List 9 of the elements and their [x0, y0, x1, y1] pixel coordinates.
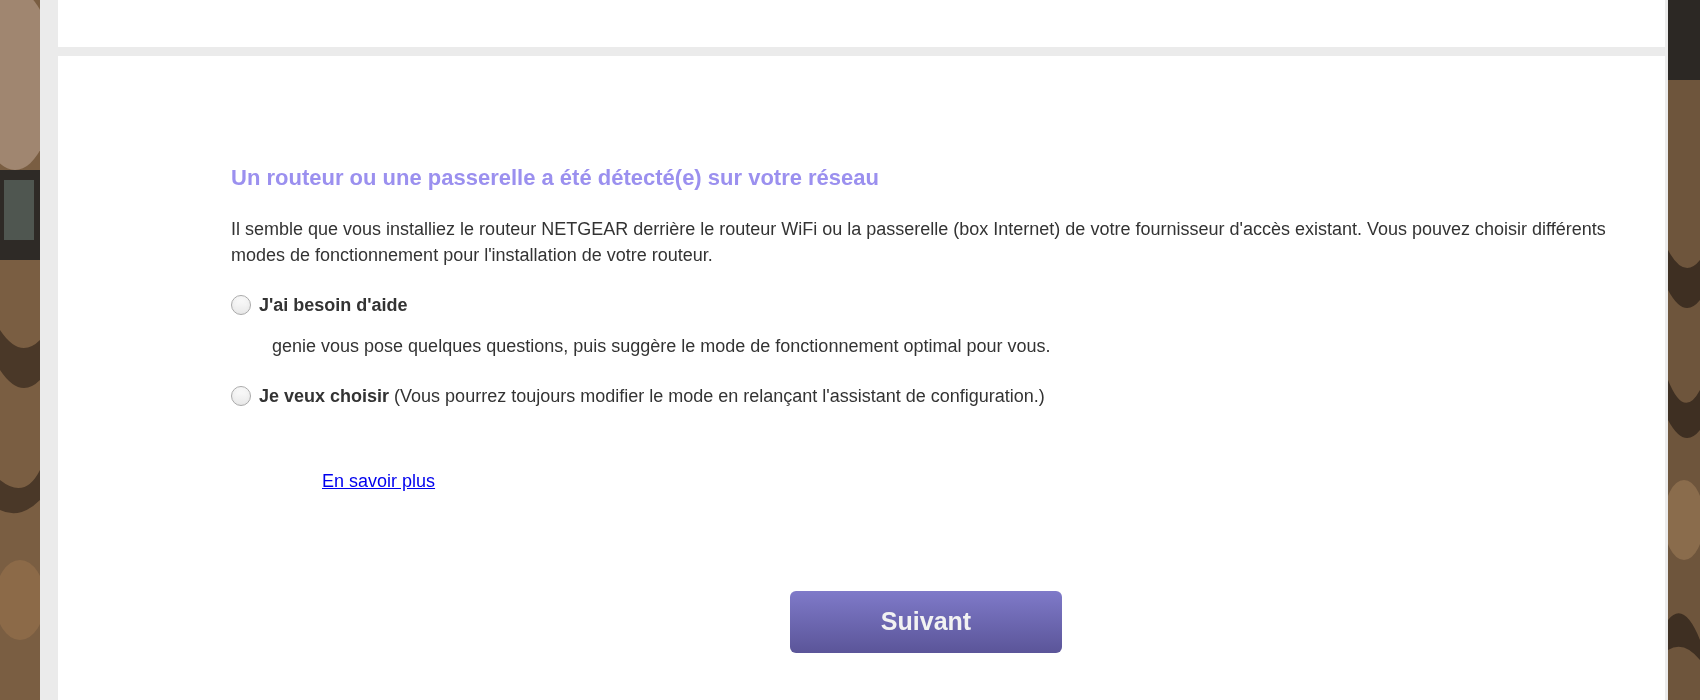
radio-button[interactable]	[231, 295, 251, 315]
option-label[interactable]: Je veux choisir (Vous pourrez toujours modifier le mode en relançant l'assistant de configuration.)	[259, 382, 1045, 410]
section-heading: Un routeur ou une passerelle a été détecté(e) sur votre réseau	[231, 164, 880, 192]
radio-button[interactable]	[231, 386, 251, 406]
next-button[interactable]: Suivant	[790, 591, 1062, 653]
learn-more-link[interactable]: En savoir plus	[322, 468, 436, 495]
option-label[interactable]: J'ai besoin d'aide	[259, 291, 408, 319]
intro-paragraph: Il semble que vous installiez le routeur NETGEAR derrière le routeur WiFi ou la passerelle (box Internet) de votre fournisseur d'accès existant. Vous pouvez choisir différents modes de fonctionnement pour l'installation de votre routeur.	[231, 218, 1607, 267]
option-description: genie vous pose quelques questions, puis suggère le mode de fonctionnement optimal pour vous.	[272, 335, 1052, 357]
